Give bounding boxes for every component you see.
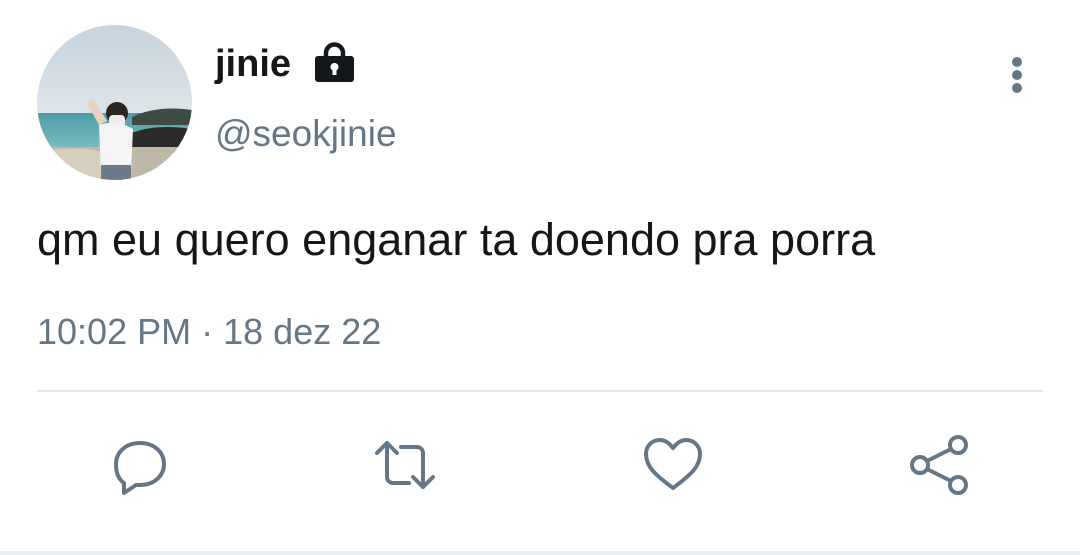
handle[interactable]: @seokjinie xyxy=(215,112,397,156)
avatar-photo xyxy=(37,25,192,180)
share-button[interactable] xyxy=(905,430,975,500)
retweet-icon xyxy=(375,441,435,489)
reply-icon xyxy=(114,441,166,495)
lock-icon xyxy=(315,42,354,82)
display-name[interactable]: jinie xyxy=(215,42,291,88)
more-vertical-icon[interactable] xyxy=(1002,52,1032,102)
bottom-border xyxy=(0,551,1080,555)
divider xyxy=(37,390,1043,392)
reply-button[interactable] xyxy=(105,430,175,500)
tweet-date[interactable]: 18 dez 22 xyxy=(223,311,381,352)
avatar[interactable] xyxy=(37,25,192,180)
share-icon xyxy=(910,435,968,495)
meta-separator: · xyxy=(201,311,214,352)
like-button[interactable] xyxy=(638,430,708,500)
tweet-time[interactable]: 10:02 PM xyxy=(37,311,191,352)
retweet-button[interactable] xyxy=(370,430,440,500)
heart-icon xyxy=(644,438,702,490)
tweet-meta: 10:02 PM · 18 dez 22 xyxy=(37,310,381,353)
tweet-text: qm eu quero enganar ta doendo pra porra xyxy=(37,214,876,265)
